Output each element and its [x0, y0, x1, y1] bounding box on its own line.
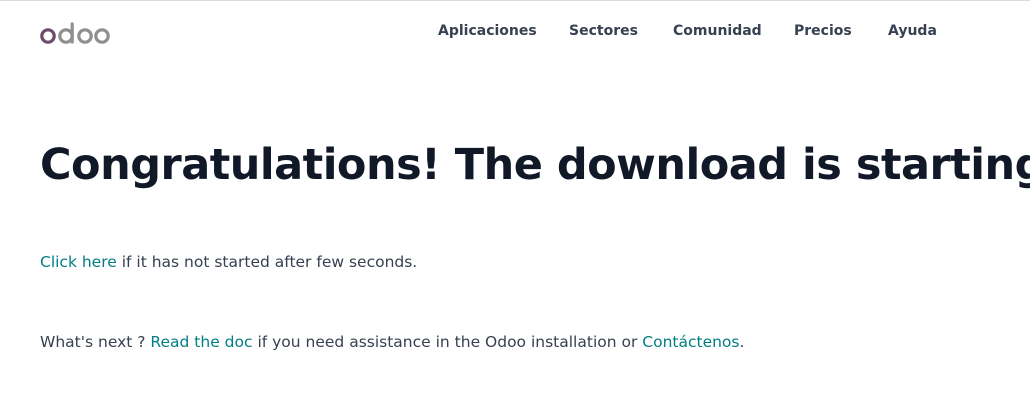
- odoo-logo[interactable]: [40, 21, 112, 45]
- click-here-link[interactable]: Click here: [40, 253, 117, 271]
- next-prefix: What's next ?: [40, 333, 151, 351]
- main-nav: Aplicaciones Sectores Comunidad Precios …: [438, 23, 948, 39]
- next-middle-text: if you need assistance in the Odoo insta…: [252, 333, 643, 351]
- nav-precios[interactable]: Precios: [794, 23, 888, 39]
- odoo-logo-icon: [40, 22, 110, 44]
- nav-sectores[interactable]: Sectores: [569, 23, 673, 39]
- retry-text: if it has not started after few seconds.: [116, 253, 418, 271]
- contact-link[interactable]: Contáctenos: [642, 333, 739, 351]
- page-title: Congratulations! The download is startin…: [40, 140, 1030, 190]
- read-the-doc-link[interactable]: Read the doc: [150, 333, 252, 351]
- nav-ayuda[interactable]: Ayuda: [888, 23, 948, 39]
- next-steps-message: What's next ? Read the doc if you need a…: [40, 333, 744, 351]
- nav-aplicaciones[interactable]: Aplicaciones: [438, 23, 569, 39]
- nav-comunidad[interactable]: Comunidad: [673, 23, 794, 39]
- retry-message: Click here if it has not started after f…: [40, 253, 417, 271]
- next-suffix: .: [739, 333, 745, 351]
- site-header: Aplicaciones Sectores Comunidad Precios …: [0, 1, 1030, 63]
